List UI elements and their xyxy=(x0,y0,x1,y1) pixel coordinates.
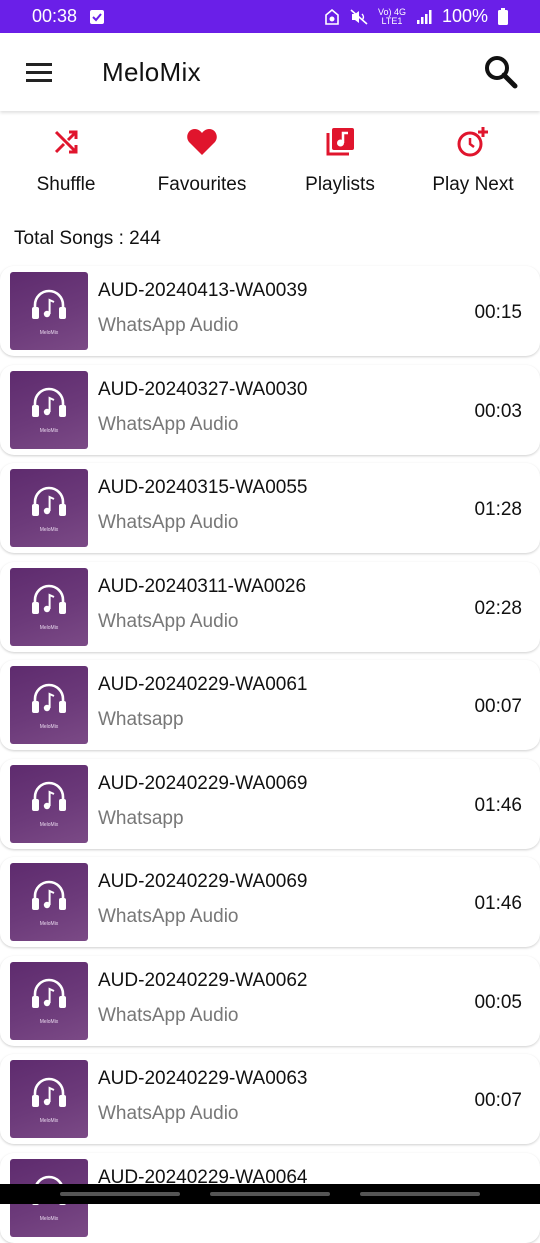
song-list-item[interactable]: MeloMix AUD-20240229-WA0061 Whatsapp 00:… xyxy=(0,660,540,750)
song-title: AUD-20240311-WA0026 xyxy=(98,575,307,597)
app-bar: MeloMix xyxy=(0,33,540,111)
album-art: MeloMix xyxy=(10,567,88,646)
shuffle-label: Shuffle xyxy=(36,174,96,195)
checkbox-notification-icon xyxy=(89,9,105,25)
song-title: AUD-20240229-WA0062 xyxy=(98,969,308,991)
mute-icon xyxy=(350,8,368,25)
song-list-item[interactable]: MeloMix AUD-20240327-WA0030 WhatsApp Aud… xyxy=(0,364,540,455)
song-artist: WhatsApp Audio xyxy=(98,1103,239,1124)
album-art-brand: MeloMix xyxy=(39,920,59,927)
hamburger-menu-icon[interactable] xyxy=(24,60,54,84)
album-art-brand: MeloMix xyxy=(39,1216,59,1222)
album-art-brand: MeloMix xyxy=(39,625,59,631)
song-artist: Whatsapp xyxy=(98,709,184,730)
song-title: AUD-20240229-WA0063 xyxy=(98,1068,308,1089)
total-songs-count: Total Songs : 244 xyxy=(14,228,161,249)
app-title: MeloMix xyxy=(102,57,201,87)
shuffle-icon xyxy=(52,118,80,166)
play-next-button[interactable]: Play Next xyxy=(426,118,520,208)
play-next-label: Play Next xyxy=(432,174,514,195)
album-art-brand: MeloMix xyxy=(39,526,59,533)
album-art: MeloMix xyxy=(10,961,88,1040)
song-duration: 00:05 xyxy=(474,991,522,1013)
favourites-button[interactable]: Favourites xyxy=(152,118,252,208)
song-duration: 02:28 xyxy=(474,597,522,619)
alarm-icon xyxy=(324,8,340,25)
song-duration: 00:07 xyxy=(474,696,522,717)
song-artist: Whatsapp xyxy=(98,807,184,829)
headphones-music-icon xyxy=(30,878,68,919)
album-art: MeloMix xyxy=(10,863,88,941)
headphones-music-icon xyxy=(30,582,68,623)
album-art-brand: MeloMix xyxy=(39,723,59,730)
song-list-item[interactable]: MeloMix AUD-20240229-WA0063 WhatsApp Aud… xyxy=(0,1054,540,1144)
song-duration: 00:03 xyxy=(474,400,522,422)
song-duration: 01:46 xyxy=(474,794,522,816)
song-list-item[interactable]: MeloMix AUD-20240311-WA0026 WhatsApp Aud… xyxy=(0,561,540,652)
song-title: AUD-20240229-WA0061 xyxy=(98,674,308,695)
song-title: AUD-20240229-WA0069 xyxy=(98,772,308,794)
song-artist: WhatsApp Audio xyxy=(98,315,239,336)
song-title: AUD-20240315-WA0055 xyxy=(98,477,308,498)
album-art-brand: MeloMix xyxy=(39,822,59,828)
status-left: 00:38 xyxy=(32,6,105,27)
song-list-item[interactable]: MeloMix AUD-20240229-WA0069 Whatsapp 01:… xyxy=(0,758,540,849)
headphones-music-icon xyxy=(30,1075,68,1116)
headphones-music-icon xyxy=(30,287,68,328)
playlist-icon xyxy=(325,118,355,166)
song-artist: WhatsApp Audio xyxy=(98,610,239,632)
song-artist: WhatsApp Audio xyxy=(98,1004,239,1026)
clock-plus-icon xyxy=(456,118,490,166)
status-bar: 00:38 Vo) 4G LTE1 100% xyxy=(0,0,540,33)
album-art-brand: MeloMix xyxy=(39,428,59,434)
headphones-music-icon xyxy=(30,681,68,722)
album-art: MeloMix xyxy=(10,469,88,547)
playlists-button[interactable]: Playlists xyxy=(298,118,382,208)
song-list-item[interactable]: MeloMix AUD-20240229-WA0062 WhatsApp Aud… xyxy=(0,955,540,1046)
nav-home-button[interactable] xyxy=(210,1192,330,1196)
headphones-music-icon xyxy=(30,484,68,525)
song-title: AUD-20240229-WA0069 xyxy=(98,871,308,892)
status-time: 00:38 xyxy=(32,6,78,26)
signal-icon xyxy=(416,9,432,25)
song-title: AUD-20240327-WA0030 xyxy=(98,378,308,400)
album-art: MeloMix xyxy=(10,1060,88,1138)
status-right: Vo) 4G LTE1 100% xyxy=(324,6,508,27)
song-duration: 01:46 xyxy=(474,893,522,914)
playlists-label: Playlists xyxy=(305,174,375,195)
heart-icon xyxy=(186,118,218,166)
album-art: MeloMix xyxy=(10,272,88,350)
album-art-brand: MeloMix xyxy=(39,329,59,336)
song-artist: WhatsApp Audio xyxy=(98,906,239,927)
song-duration: 01:28 xyxy=(474,499,522,520)
headphones-music-icon xyxy=(30,779,68,820)
favourites-label: Favourites xyxy=(157,174,247,195)
song-artist: WhatsApp Audio xyxy=(98,512,239,533)
nav-recents-button[interactable] xyxy=(60,1192,180,1196)
album-art: MeloMix xyxy=(10,764,88,843)
headphones-music-icon xyxy=(30,976,68,1017)
album-art-brand: MeloMix xyxy=(39,1117,59,1124)
song-title: AUD-20240413-WA0039 xyxy=(98,280,308,301)
search-icon[interactable] xyxy=(482,53,520,91)
song-artist: WhatsApp Audio xyxy=(98,413,239,435)
network-bottom-text: LTE1 xyxy=(381,15,403,26)
network-type: Vo) 4G LTE1 xyxy=(378,7,406,26)
headphones-music-icon xyxy=(30,385,68,426)
battery-icon xyxy=(498,8,508,25)
shuffle-button[interactable]: Shuffle xyxy=(24,118,108,208)
system-navigation-bar xyxy=(0,1184,540,1204)
song-duration: 00:07 xyxy=(474,1090,522,1111)
album-art: MeloMix xyxy=(10,370,88,449)
song-list-item[interactable]: MeloMix AUD-20240315-WA0055 WhatsApp Aud… xyxy=(0,463,540,553)
album-art-brand: MeloMix xyxy=(39,1019,59,1025)
song-duration: 00:15 xyxy=(474,302,522,323)
song-list-item[interactable]: MeloMix AUD-20240229-WA0069 WhatsApp Aud… xyxy=(0,857,540,947)
battery-percent: 100% xyxy=(441,6,488,26)
song-list-item[interactable]: MeloMix AUD-20240413-WA0039 WhatsApp Aud… xyxy=(0,266,540,356)
nav-back-button[interactable] xyxy=(360,1192,480,1196)
album-art: MeloMix xyxy=(10,666,88,744)
quick-actions: Shuffle Favourites Playlists Play Next xyxy=(0,118,540,208)
